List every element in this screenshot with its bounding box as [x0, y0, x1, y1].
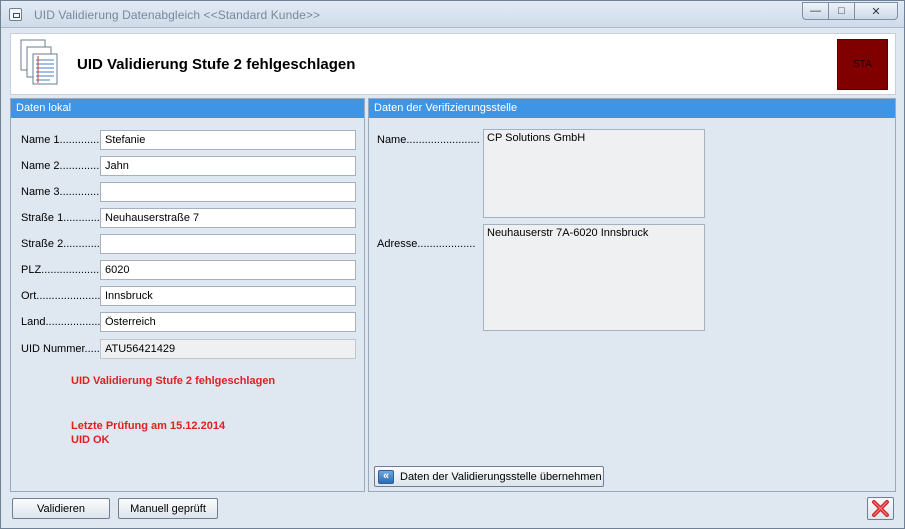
field-label: Land......................	[21, 316, 101, 328]
window-controls: — □ ✕	[802, 2, 898, 20]
city-input[interactable]	[100, 286, 356, 306]
verification-panel-title: Daten der Verifizierungsstelle	[369, 99, 895, 118]
manually-checked-button[interactable]: Manuell geprüft	[118, 498, 218, 519]
title-bar[interactable]: UID Validierung Datenabgleich <<Standard…	[1, 1, 904, 28]
field-name3: Name 3..............	[21, 182, 361, 202]
last-check-text: Letzte Prüfung am 15.12.2014	[71, 420, 226, 432]
local-data-panel: Daten lokal Name 1.............. Name 2.…	[10, 98, 365, 492]
field-zip: PLZ.......................	[21, 260, 361, 280]
verified-address-label: Adresse...................	[377, 238, 476, 250]
zip-input[interactable]	[100, 260, 356, 280]
validation-error-message: UID Validierung Stufe 2 fehlgeschlagen	[71, 375, 276, 387]
close-icon	[872, 500, 889, 517]
apply-verification-data-button[interactable]: « Daten der Validierungsstelle übernehme…	[374, 466, 604, 487]
system-menu-icon[interactable]	[9, 8, 22, 21]
verified-address-box: Neuhauserstr 7A-6020 Innsbruck	[483, 224, 705, 331]
field-label: Name 3..............	[21, 186, 101, 198]
page-title: UID Validierung Stufe 2 fehlgeschlagen	[77, 56, 356, 73]
double-chevron-left-icon: «	[378, 469, 394, 484]
field-label: Straße 1..............	[21, 212, 101, 224]
window-title: UID Validierung Datenabgleich <<Standard…	[34, 8, 321, 22]
main-window: UID Validierung Datenabgleich <<Standard…	[0, 0, 905, 529]
verified-name-label: Name........................	[377, 134, 480, 146]
window-close-button[interactable]: ✕	[854, 2, 898, 20]
field-label: Ort.......................	[21, 290, 101, 302]
close-dialog-button[interactable]	[867, 497, 894, 520]
field-city: Ort.......................	[21, 286, 361, 306]
field-label: UID Nummer..........	[21, 343, 101, 355]
street2-input[interactable]	[100, 234, 356, 254]
documents-icon	[20, 39, 58, 85]
name2-input[interactable]	[100, 156, 356, 176]
last-result-text: UID OK	[71, 434, 110, 446]
apply-verification-data-label: Daten der Validierungsstelle übernehmen	[400, 470, 602, 483]
field-name1: Name 1..............	[21, 130, 361, 150]
validate-button[interactable]: Validieren	[12, 498, 110, 519]
verification-data-panel: Daten der Verifizierungsstelle Name.....…	[368, 98, 896, 492]
field-street1: Straße 1..............	[21, 208, 361, 228]
field-country: Land......................	[21, 312, 361, 332]
verified-name-box: CP Solutions GmbH	[483, 129, 705, 218]
field-uid: UID Nummer..........	[21, 339, 361, 359]
field-label: Straße 2..............	[21, 238, 101, 250]
field-label: Name 2..............	[21, 160, 101, 172]
street1-input[interactable]	[100, 208, 356, 228]
minimize-button[interactable]: —	[802, 2, 829, 20]
field-name2: Name 2..............	[21, 156, 361, 176]
status-badge: STA	[837, 39, 888, 90]
restore-button[interactable]: □	[828, 2, 855, 20]
name1-input[interactable]	[100, 130, 356, 150]
field-label: PLZ.......................	[21, 264, 101, 276]
local-data-panel-title: Daten lokal	[11, 99, 364, 118]
name3-input[interactable]	[100, 182, 356, 202]
country-input[interactable]	[100, 312, 356, 332]
header-strip: UID Validierung Stufe 2 fehlgeschlagen S…	[10, 33, 896, 95]
field-label: Name 1..............	[21, 134, 101, 146]
uid-number-input	[100, 339, 356, 359]
field-street2: Straße 2..............	[21, 234, 361, 254]
